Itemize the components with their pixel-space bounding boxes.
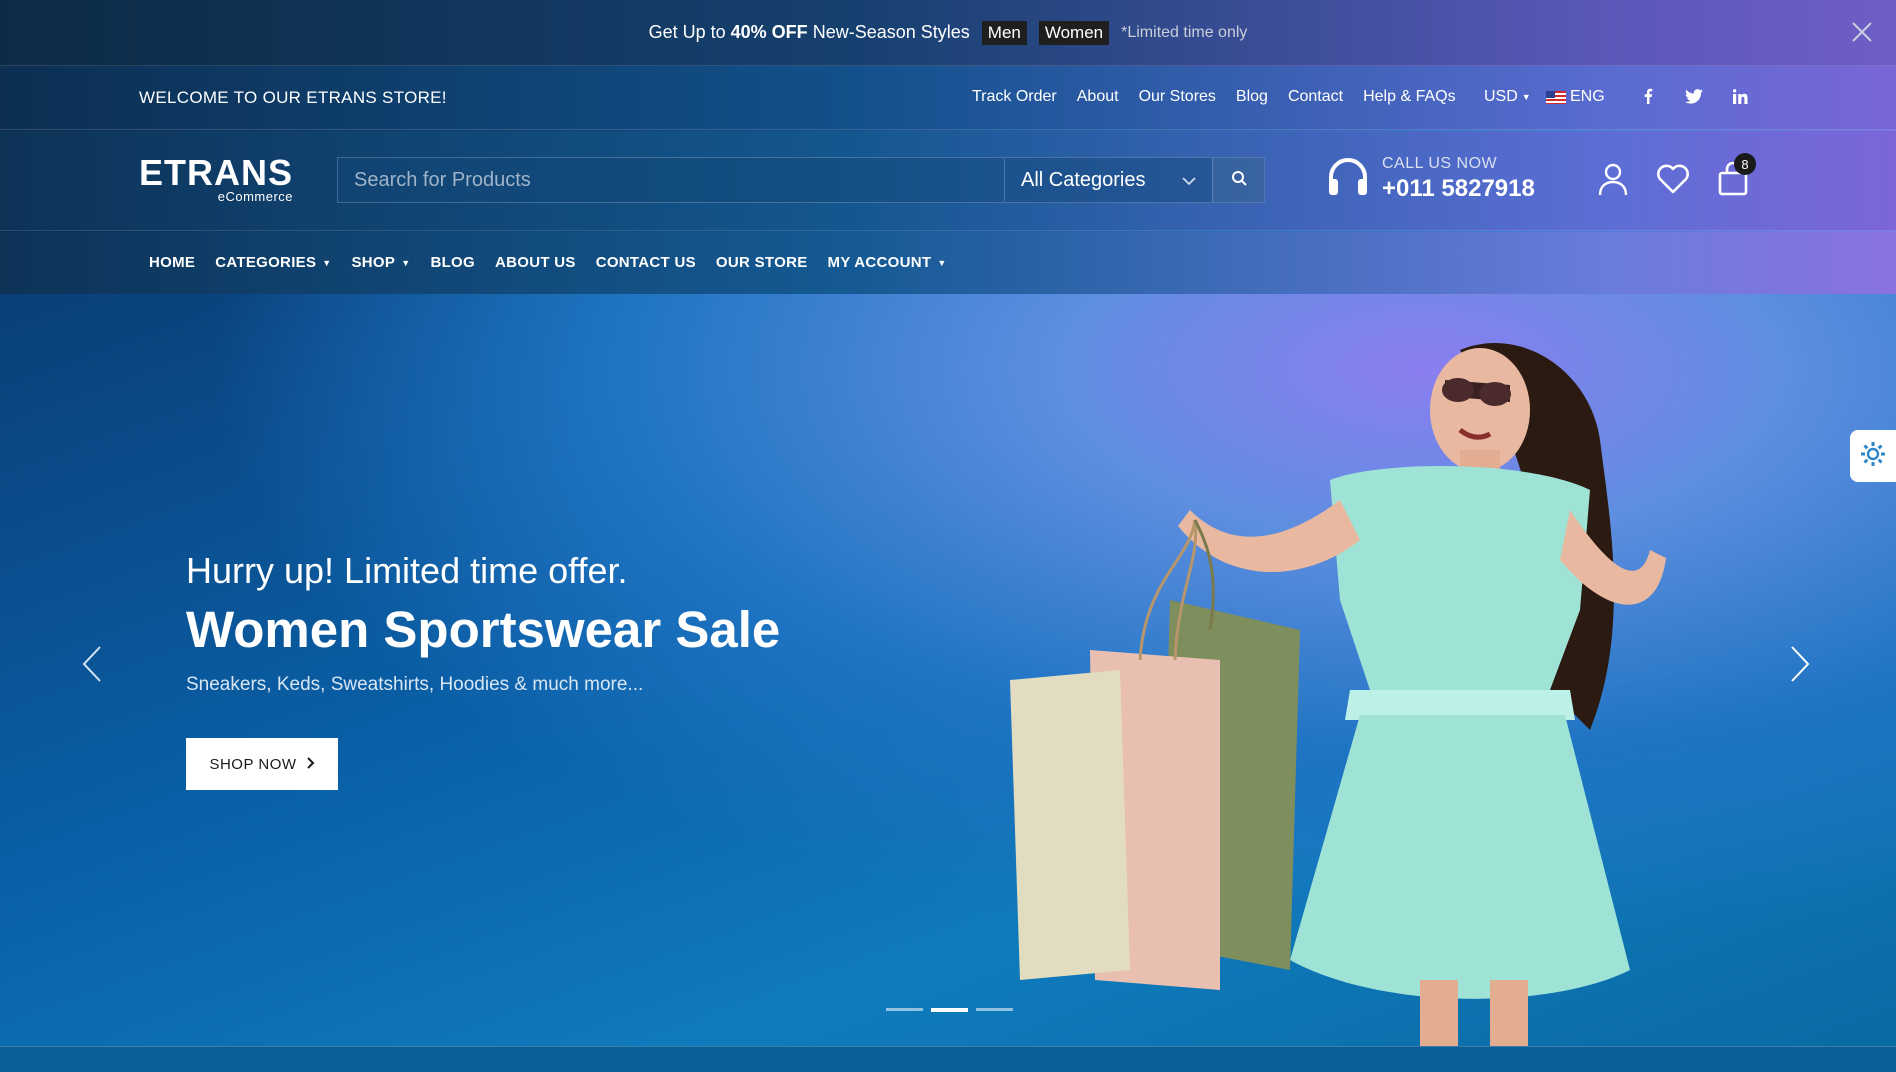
link-our-stores[interactable]: Our Stores — [1139, 88, 1216, 106]
slider-dots — [886, 1008, 1013, 1012]
shop-now-button[interactable]: SHOP NOW — [186, 738, 338, 790]
search-button[interactable] — [1212, 158, 1264, 202]
currency-select[interactable]: USD ▼ — [1484, 88, 1531, 106]
close-icon[interactable] — [1850, 20, 1874, 44]
hero-subtitle: Hurry up! Limited time offer. — [186, 550, 628, 591]
nav-label: BLOG — [430, 254, 475, 271]
hero-slider: Hurry up! Limited time offer. Women Spor… — [0, 294, 1896, 1046]
heart-icon[interactable] — [1656, 161, 1690, 197]
slider-dot-1[interactable] — [886, 1008, 923, 1011]
call-us-label: CALL US NOW — [1382, 155, 1498, 172]
slider-prev-arrow-icon[interactable] — [82, 646, 102, 687]
top-bar: WELCOME TO OUR ETRANS STORE! Track Order… — [0, 66, 1896, 130]
nav-label: CATEGORIES — [215, 254, 317, 271]
nav-label: HOME — [149, 254, 196, 271]
slider-next-arrow-icon[interactable] — [1790, 646, 1810, 687]
nav-label: SHOP — [351, 254, 396, 271]
chevron-down-icon: ▼ — [401, 257, 411, 268]
call-us: CALL US NOW +011 5827918 — [1326, 155, 1535, 203]
top-links: Track Order About Our Stores Blog Contac… — [972, 88, 1456, 106]
announcement-bar: Get Up to 40% OFF New-Season Styles Men … — [0, 0, 1896, 66]
nav-label: ABOUT US — [494, 254, 576, 271]
hero-model-image — [1010, 343, 1666, 1046]
link-contact[interactable]: Contact — [1288, 88, 1343, 106]
main-header: ETRANS eCommerce All Categories CALL US … — [0, 131, 1896, 231]
announcement-text: Get Up to 40% OFF New-Season Styles — [649, 22, 970, 43]
search-icon — [1231, 170, 1247, 191]
gear-icon — [1860, 441, 1886, 472]
link-track-order[interactable]: Track Order — [972, 88, 1057, 106]
search-input[interactable] — [338, 158, 1004, 202]
category-selected: All Categories — [1021, 168, 1146, 191]
announcement-highlight: 40% OFF — [730, 22, 808, 42]
shop-now-label: SHOP NOW — [209, 755, 297, 773]
language-label: ENG — [1570, 88, 1605, 105]
link-about[interactable]: About — [1077, 88, 1119, 106]
slider-dot-2[interactable] — [931, 1008, 968, 1012]
cart-icon[interactable]: 8 — [1716, 153, 1756, 197]
hero-description: Sneakers, Keds, Sweatshirts, Hoodies & m… — [186, 674, 644, 695]
search-bar: All Categories — [337, 157, 1265, 203]
main-nav: HOME CATEGORIES ▼ SHOP ▼ BLOG ABOUT US CON… — [0, 232, 1896, 294]
announcement-note: *Limited time only — [1121, 23, 1248, 41]
link-blog[interactable]: Blog — [1236, 88, 1268, 106]
logo-main: ETRANS — [139, 152, 294, 193]
chevron-down-icon: ▼ — [322, 257, 332, 268]
call-us-number[interactable]: +011 5827918 — [1382, 175, 1535, 203]
call-us-text: CALL US NOW +011 5827918 — [1382, 155, 1535, 203]
slider-dot-3[interactable] — [976, 1008, 1013, 1011]
us-flag-icon — [1546, 90, 1566, 104]
nav-label: OUR STORE — [715, 254, 808, 271]
header-icons: 8 — [1596, 153, 1756, 197]
chevron-down-icon — [1182, 169, 1196, 192]
social-links — [1638, 86, 1750, 106]
link-help-faqs[interactable]: Help & FAQs — [1363, 88, 1455, 106]
nav-item-our-store[interactable]: OUR STORE — [716, 254, 808, 271]
nav-item-shop[interactable]: SHOP ▼ — [352, 254, 411, 271]
nav-label: MY ACCOUNT — [827, 254, 932, 271]
caret-down-icon: ▼ — [1521, 92, 1531, 102]
currency-label: USD — [1484, 88, 1518, 105]
cart-count-badge: 8 — [1734, 153, 1756, 175]
chevron-down-icon: ▼ — [937, 257, 947, 268]
hero-title: Women Sportswear Sale — [186, 601, 781, 658]
nav-item-my-account[interactable]: MY ACCOUNT ▼ — [828, 254, 947, 271]
nav-item-about-us[interactable]: ABOUT US — [495, 254, 576, 271]
nav-item-categories[interactable]: CATEGORIES ▼ — [215, 254, 331, 271]
nav-item-contact-us[interactable]: CONTACT US — [596, 254, 696, 271]
nav-item-home[interactable]: HOME — [149, 254, 195, 271]
nav-list: HOME CATEGORIES ▼ SHOP ▼ BLOG ABOUT US CON… — [149, 254, 947, 271]
announcement-post: New-Season Styles — [812, 22, 970, 42]
announcement-pre: Get Up to — [648, 22, 726, 42]
language-select[interactable]: ENG — [1546, 88, 1605, 106]
linkedin-icon[interactable] — [1730, 86, 1750, 106]
section-divider — [0, 1046, 1896, 1072]
twitter-icon[interactable] — [1684, 86, 1704, 106]
category-select[interactable]: All Categories — [1004, 158, 1212, 202]
facebook-icon[interactable] — [1638, 86, 1658, 106]
tag-men[interactable]: Men — [981, 20, 1027, 45]
headphones-icon — [1326, 157, 1370, 202]
nav-label: CONTACT US — [595, 254, 696, 271]
tag-women[interactable]: Women — [1038, 20, 1110, 45]
welcome-text: WELCOME TO OUR ETRANS STORE! — [139, 88, 447, 107]
settings-button[interactable] — [1850, 430, 1896, 482]
site-logo[interactable]: ETRANS eCommerce — [139, 152, 294, 205]
nav-item-blog[interactable]: BLOG — [430, 254, 475, 271]
chevron-right-icon — [306, 756, 315, 773]
user-icon[interactable] — [1596, 161, 1630, 197]
